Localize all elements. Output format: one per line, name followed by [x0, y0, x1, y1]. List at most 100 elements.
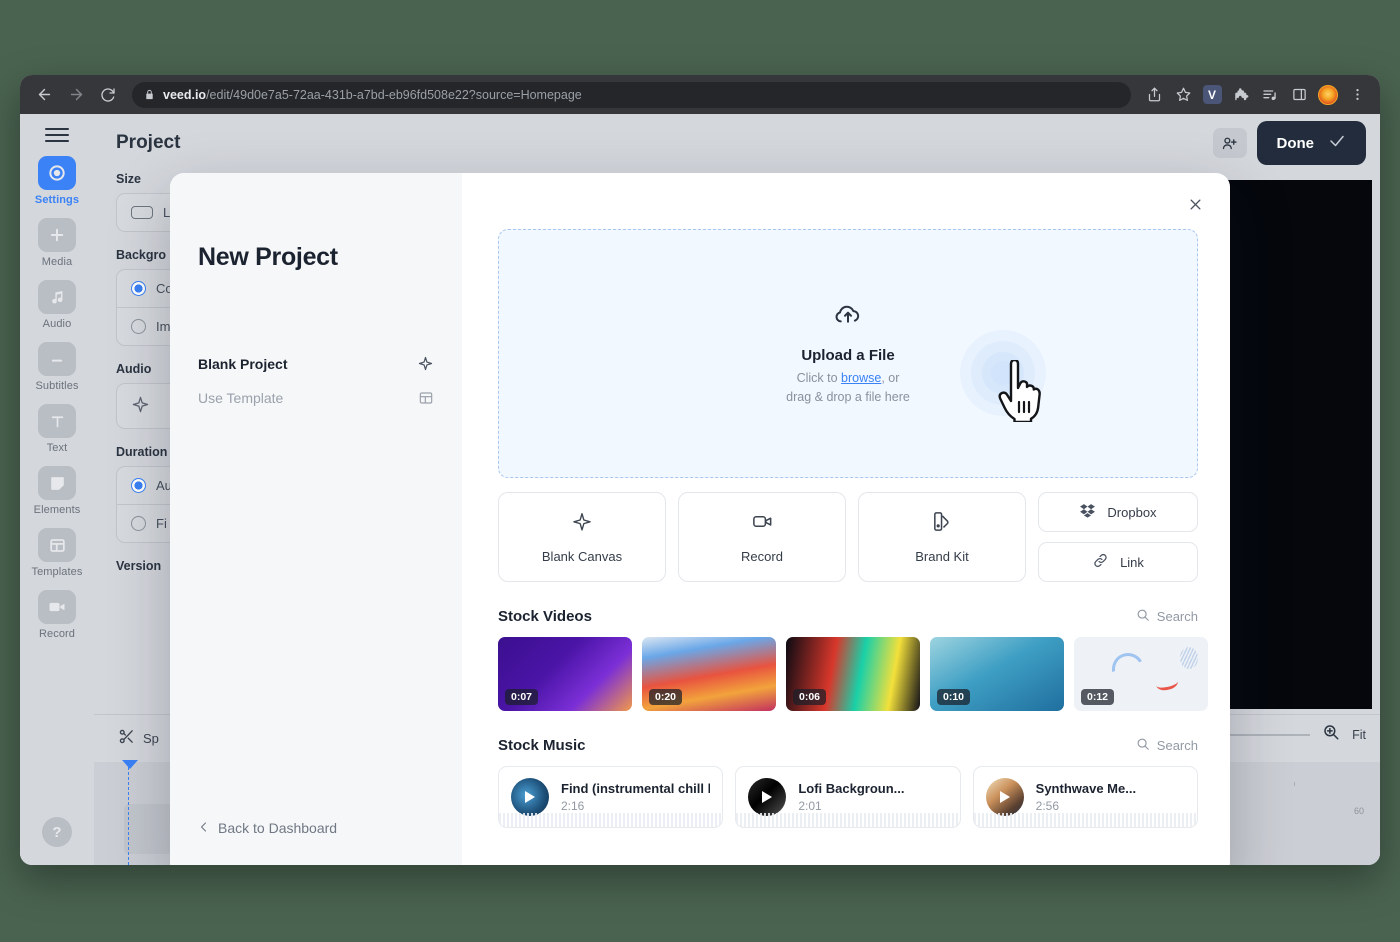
reload-icon[interactable]: [94, 81, 122, 109]
duration-option-label: Fi: [156, 516, 167, 531]
subtitles-icon: [38, 342, 76, 376]
sidebar-item-audio[interactable]: Audio: [20, 280, 94, 330]
chevron-left-icon: [198, 820, 210, 836]
done-button[interactable]: Done: [1256, 121, 1366, 165]
bookmark-star-icon[interactable]: [1170, 82, 1196, 108]
stock-video-thumbnail[interactable]: 0:07: [498, 637, 632, 711]
browse-link[interactable]: browse: [841, 371, 881, 385]
video-canvas-preview[interactable]: [1228, 180, 1372, 709]
upload-title: Upload a File: [801, 347, 895, 365]
sidebar-item-elements[interactable]: Elements: [20, 466, 94, 516]
template-layout-icon: [418, 390, 434, 406]
kebab-menu-icon[interactable]: [1344, 82, 1370, 108]
radio-selected-icon: [131, 478, 146, 493]
sparkle-icon: [571, 511, 593, 538]
stock-music-item[interactable]: Find (instrumental chill lo 2:16: [498, 766, 724, 828]
stock-music-list: Find (instrumental chill lo 2:16 Lofi Ba…: [498, 766, 1198, 828]
sidebar-item-settings[interactable]: Settings: [20, 156, 94, 206]
search-icon: [1136, 608, 1150, 625]
video-duration: 0:07: [505, 689, 539, 705]
record-button[interactable]: Record: [678, 492, 846, 582]
mode-use-template[interactable]: Use Template: [198, 381, 434, 415]
play-icon[interactable]: [762, 791, 773, 803]
timeline-playhead[interactable]: [121, 760, 138, 865]
add-person-icon[interactable]: [1212, 128, 1247, 158]
stock-video-thumbnail[interactable]: 0:20: [642, 637, 776, 711]
quick-action-row: Blank Canvas Record Brand Kit Dropbox Li…: [498, 492, 1198, 582]
cloud-upload-icon: [833, 300, 863, 335]
split-button-label[interactable]: Sp: [143, 731, 159, 746]
profile-avatar[interactable]: [1315, 82, 1341, 108]
mode-blank-project[interactable]: Blank Project: [198, 346, 434, 381]
side-action-label: Dropbox: [1107, 504, 1157, 520]
sidebar-item-subtitles[interactable]: Subtitles: [20, 342, 94, 392]
sidebar-item-text[interactable]: Text: [20, 404, 94, 454]
upload-sub-line2: drag & drop a file here: [786, 390, 910, 404]
sidebar-item-label: Media: [41, 256, 73, 268]
radio-unselected-icon: [131, 516, 146, 531]
back-to-dashboard-button[interactable]: Back to Dashboard: [198, 820, 337, 836]
side-action-label: Link: [1120, 554, 1144, 570]
stock-video-thumbnail[interactable]: 0:10: [930, 637, 1064, 711]
upload-sub-suffix: , or: [881, 371, 900, 386]
sidebar-item-label: Elements: [33, 504, 81, 516]
upload-sub-prefix: Click to: [796, 371, 842, 386]
check-icon: [1328, 132, 1346, 154]
stock-music-item[interactable]: Lofi Backgroun... 2:01: [735, 766, 961, 828]
back-arrow-icon[interactable]: [30, 81, 58, 109]
zoom-in-icon[interactable]: [1322, 723, 1340, 746]
share-icon[interactable]: [1141, 82, 1167, 108]
forward-arrow-icon[interactable]: [62, 81, 90, 109]
music-artwork: [985, 778, 1024, 816]
landscape-pill-icon: [131, 206, 153, 219]
link-button[interactable]: Link: [1038, 542, 1198, 582]
video-camera-icon: [38, 590, 76, 624]
brand-kit-button[interactable]: Brand Kit: [858, 492, 1026, 582]
radio-unselected-icon: [131, 319, 146, 334]
stock-videos-heading: Stock Videos: [498, 608, 592, 625]
project-mode-list: Blank Project Use Template: [198, 346, 434, 415]
url-text: veed.io/edit/49d0e7a5-72aa-431b-a7bd-eb9…: [163, 87, 582, 102]
scissors-icon[interactable]: [118, 728, 135, 750]
music-title: Lofi Backgroun...: [798, 781, 905, 796]
stock-videos-header: Stock Videos Search: [498, 608, 1198, 625]
media-playlist-icon[interactable]: [1257, 82, 1283, 108]
stock-videos-search-button[interactable]: Search: [1136, 608, 1198, 625]
stock-video-thumbnail[interactable]: 0:12: [1074, 637, 1208, 711]
video-duration: 0:12: [1081, 689, 1115, 705]
page-title: Project: [116, 132, 181, 153]
veed-extension-icon[interactable]: V: [1199, 82, 1225, 108]
stock-music-header: Stock Music Search: [498, 737, 1198, 754]
action-label: Brand Kit: [915, 549, 969, 564]
link-chain-icon: [1092, 552, 1109, 572]
ruler-end-label: 60: [1353, 806, 1364, 816]
hamburger-icon[interactable]: [45, 128, 69, 142]
sidebar-item-media[interactable]: Media: [20, 218, 94, 268]
sidebar-item-record[interactable]: Record: [20, 590, 94, 640]
search-label: Search: [1156, 609, 1198, 624]
play-icon[interactable]: [525, 791, 535, 803]
close-icon[interactable]: [1182, 191, 1208, 217]
timeline-zoom-controls: Fit: [1208, 723, 1366, 746]
editor-sidebar: Settings Media Audio Subtitles Text Elem…: [20, 114, 94, 865]
help-icon[interactable]: ?: [42, 817, 72, 847]
sparkle-icon: [131, 395, 150, 417]
address-bar[interactable]: veed.io/edit/49d0e7a5-72aa-431b-a7bd-eb9…: [132, 81, 1131, 108]
sidebar-item-templates[interactable]: Templates: [20, 528, 94, 578]
zoom-fit-label[interactable]: Fit: [1352, 728, 1366, 742]
side-panel-icon[interactable]: [1286, 82, 1312, 108]
stock-video-thumbnail[interactable]: 0:06: [786, 637, 920, 711]
radio-selected-icon: [131, 281, 146, 296]
upload-dropzone[interactable]: Upload a File Click to browse, or drag &…: [498, 229, 1198, 478]
blank-canvas-button[interactable]: Blank Canvas: [498, 492, 666, 582]
stock-music-search-button[interactable]: Search: [1136, 737, 1198, 754]
stock-music-item[interactable]: Synthwave Me... 2:56: [972, 766, 1198, 828]
dropbox-button[interactable]: Dropbox: [1038, 492, 1198, 532]
action-label: Blank Canvas: [541, 548, 623, 564]
play-icon[interactable]: [999, 791, 1010, 803]
mode-label: Use Template: [198, 390, 284, 406]
cloud-import-buttons: Dropbox Link: [1038, 492, 1198, 582]
done-button-label: Done: [1276, 134, 1315, 152]
waveform: [499, 813, 723, 827]
puzzle-extension-icon[interactable]: [1228, 82, 1254, 108]
